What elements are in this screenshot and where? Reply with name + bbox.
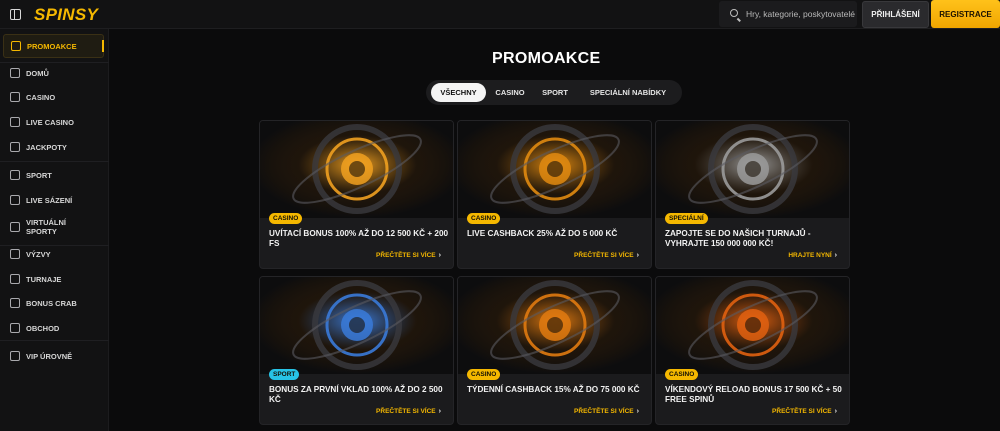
sidebar-item-sport[interactable]: SPORT (0, 163, 109, 187)
read-more-link[interactable]: PŘEČTĚTE SI VÍCE › (376, 252, 441, 259)
tab-sport[interactable]: SPORT (536, 83, 574, 102)
sidebar-item-label: BONUS CRAB (26, 298, 77, 308)
sidebar-item-label: TURNAJE (26, 274, 62, 284)
casino-icon (10, 92, 20, 102)
promo-image[interactable] (656, 277, 849, 374)
promo-card[interactable]: SPORT BONUS ZA PRVNÍ VKLAD 100% AŽ DO 2 5… (259, 276, 454, 425)
promo-card[interactable]: CASINO UVÍTACÍ BONUS 100% AŽ DO 12 500 KČ… (259, 120, 454, 269)
chevron-right-icon: › (438, 408, 441, 415)
tab-specialni-nabidky[interactable]: SPECIÁLNÍ NABÍDKY (579, 83, 677, 102)
promo-title: VÍKENDOVÝ RELOAD BONUS 17 500 KČ + 50 FR… (665, 385, 842, 404)
promo-card[interactable]: CASINO LIVE CASHBACK 25% AŽ DO 5 000 KČ PŘ… (457, 120, 652, 269)
category-badge: CASINO (269, 213, 303, 224)
home-icon (10, 68, 20, 78)
sidebar-item-vyzvy[interactable]: VÝZVY (0, 242, 109, 266)
logo[interactable]: SPINSY (34, 5, 98, 25)
sport-icon (10, 170, 20, 180)
promo-card[interactable]: CASINO VÍKENDOVÝ RELOAD BONUS 17 500 KČ +… (655, 276, 850, 425)
trophy-icon (10, 274, 20, 284)
divider (0, 340, 109, 341)
promo-image[interactable] (260, 121, 453, 218)
challenges-icon (10, 249, 20, 259)
sidebar: PROMOAKCE DOMŮ CASINO LIVE CASINO JACKPO… (0, 29, 109, 431)
filter-tabs: VŠECHNY CASINO SPORT SPECIÁLNÍ NABÍDKY (426, 80, 682, 105)
sidebar-item-label: JACKPOTY (26, 142, 67, 152)
promo-image[interactable] (458, 277, 651, 374)
live-casino-icon (10, 117, 20, 127)
read-more-link[interactable]: PŘEČTĚTE SI VÍCE › (574, 252, 639, 259)
sidebar-item-label: LIVE CASINO (26, 117, 74, 127)
read-more-label: PŘEČTĚTE SI VÍCE (376, 408, 436, 415)
read-more-link[interactable]: PŘEČTĚTE SI VÍCE › (772, 408, 837, 415)
jackpot-icon (10, 142, 20, 152)
category-badge: SPECIÁLNÍ (665, 213, 708, 224)
category-badge: CASINO (665, 369, 699, 380)
sidebar-item-turnaje[interactable]: TURNAJE (0, 267, 109, 291)
read-more-label: PŘEČTĚTE SI VÍCE (772, 408, 832, 415)
sidebar-toggle-icon[interactable] (10, 9, 21, 20)
chevron-right-icon: › (834, 408, 837, 415)
crab-icon (10, 298, 20, 308)
login-button[interactable]: PŘIHLÁŠENÍ (862, 1, 929, 28)
sidebar-item-label: VÝZVY (26, 249, 51, 259)
read-more-label: PŘEČTĚTE SI VÍCE (376, 252, 436, 259)
top-bar: SPINSY Hry, kategorie, poskytovatelé PŘI… (0, 0, 1000, 29)
promo-image[interactable] (458, 121, 651, 218)
sidebar-item-virtualni-sporty[interactable]: VIRTUÁLNÍ SPORTY (0, 213, 109, 241)
tab-vsechny[interactable]: VŠECHNY (431, 83, 486, 102)
sidebar-item-live-casino[interactable]: LIVE CASINO (0, 110, 109, 134)
promo-image[interactable] (260, 277, 453, 374)
sidebar-item-domu[interactable]: DOMŮ (0, 61, 109, 85)
promo-image[interactable] (656, 121, 849, 218)
sidebar-item-obchod[interactable]: OBCHOD (0, 316, 109, 340)
search-icon (730, 9, 738, 17)
read-more-label: HRAJTE NYNÍ (788, 252, 832, 259)
read-more-link[interactable]: HRAJTE NYNÍ › (788, 252, 837, 259)
page-title: PROMOAKCE (492, 50, 601, 67)
sidebar-item-label: PROMOAKCE (27, 41, 77, 51)
promo-title: BONUS ZA PRVNÍ VKLAD 100% AŽ DO 2 500 KČ (269, 385, 443, 404)
sidebar-item-promoakce[interactable]: PROMOAKCE (3, 34, 104, 58)
sidebar-item-label: LIVE SÁZENÍ (26, 195, 73, 205)
promo-title: UVÍTACÍ BONUS 100% AŽ DO 12 500 KČ + 200… (269, 229, 449, 248)
category-badge: CASINO (467, 369, 501, 380)
diamond-icon (10, 351, 20, 361)
sidebar-item-casino[interactable]: CASINO (0, 85, 109, 109)
gift-icon (11, 41, 21, 51)
read-more-label: PŘEČTĚTE SI VÍCE (574, 408, 634, 415)
chevron-right-icon: › (438, 252, 441, 259)
sidebar-item-jackpoty[interactable]: JACKPOTY (0, 135, 109, 159)
search-placeholder: Hry, kategorie, poskytovatelé (746, 9, 855, 19)
tab-casino[interactable]: CASINO (489, 83, 531, 102)
promo-title: LIVE CASHBACK 25% AŽ DO 5 000 KČ (467, 229, 618, 238)
sidebar-item-label: DOMŮ (26, 68, 49, 78)
promo-title: ZAPOJTE SE DO NAŠICH TURNAJŮ - VYHRAJTE … (665, 229, 811, 248)
sidebar-item-label: OBCHOD (26, 323, 60, 333)
read-more-label: PŘEČTĚTE SI VÍCE (574, 252, 634, 259)
sidebar-item-label: CASINO (26, 92, 56, 102)
chevron-right-icon: › (636, 408, 639, 415)
virtual-sports-icon (10, 222, 20, 232)
divider (0, 161, 109, 162)
chevron-right-icon: › (834, 252, 837, 259)
category-badge: CASINO (467, 213, 501, 224)
read-more-link[interactable]: PŘEČTĚTE SI VÍCE › (376, 408, 441, 415)
sidebar-item-label: SPORT (26, 170, 52, 180)
sidebar-item-label: VIRTUÁLNÍ SPORTY (26, 218, 66, 236)
live-betting-icon (10, 195, 20, 205)
sidebar-item-label: VIP ÚROVNĚ (26, 351, 73, 361)
shop-icon (10, 323, 20, 333)
promo-card[interactable]: SPECIÁLNÍ ZAPOJTE SE DO NAŠICH TURNAJŮ - … (655, 120, 850, 269)
chevron-right-icon: › (636, 252, 639, 259)
sidebar-item-live-sazeni[interactable]: LIVE SÁZENÍ (0, 188, 109, 212)
register-button[interactable]: REGISTRACE (931, 0, 1000, 28)
promo-card[interactable]: CASINO TÝDENNÍ CASHBACK 15% AŽ DO 75 000 … (457, 276, 652, 425)
search-input[interactable]: Hry, kategorie, poskytovatelé (719, 1, 857, 27)
promo-title: TÝDENNÍ CASHBACK 15% AŽ DO 75 000 KČ (467, 385, 640, 394)
sidebar-item-vip-urovne[interactable]: VIP ÚROVNĚ (0, 344, 109, 368)
category-badge: SPORT (269, 369, 300, 380)
read-more-link[interactable]: PŘEČTĚTE SI VÍCE › (574, 408, 639, 415)
sidebar-item-bonus-crab[interactable]: BONUS CRAB (0, 291, 109, 315)
